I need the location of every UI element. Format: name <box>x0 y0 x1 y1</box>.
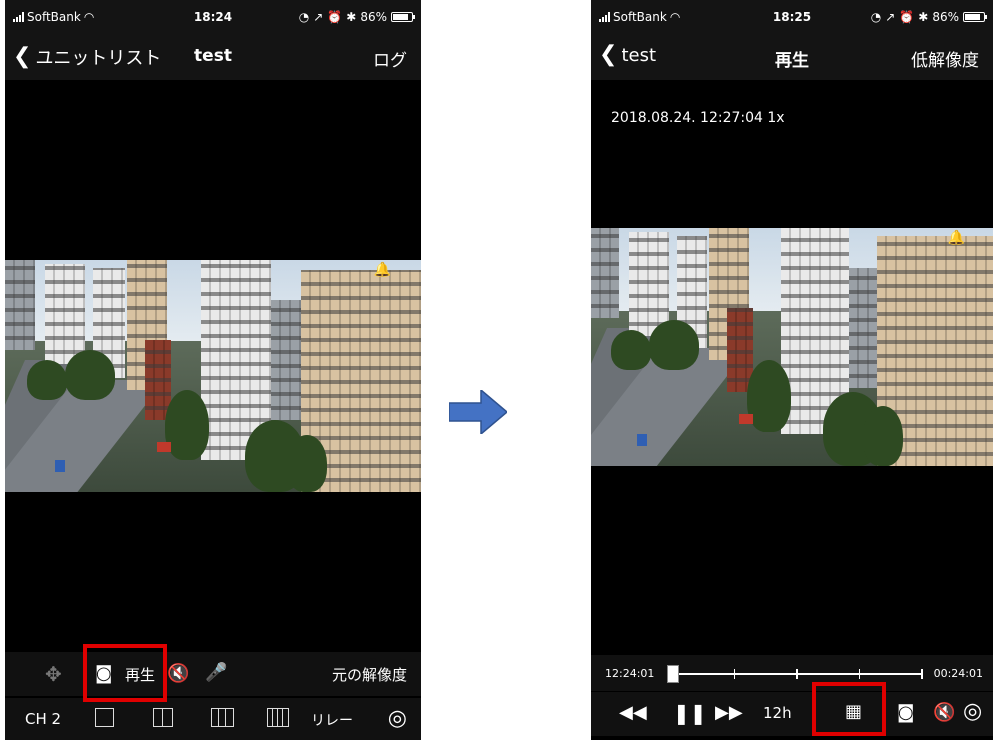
live-video[interactable]: 🔔 <box>5 260 421 492</box>
chevron-left-icon: ❮ <box>599 42 618 67</box>
navigation-bar: ❮ test 再生 低解像度 <box>591 36 993 80</box>
back-button[interactable]: ❮ test <box>599 44 656 66</box>
timeline-handle[interactable] <box>667 665 679 683</box>
highlight-box-play <box>83 644 167 702</box>
rotate-icon[interactable]: ◎ <box>388 706 407 731</box>
playback-video[interactable]: 🔔 <box>591 228 993 466</box>
ptz-icon[interactable]: ✥ <box>45 662 62 686</box>
four-split-view-icon[interactable] <box>267 708 289 727</box>
chevron-left-icon: ❮ <box>13 44 32 69</box>
control-row-1: ✥ ◙ 再生 🔇 🎤 元の解像度 <box>5 652 421 696</box>
playback-timestamp: 2018.08.24. 12:27:04 1x <box>611 110 785 126</box>
two-split-view-icon[interactable] <box>153 708 173 727</box>
timeline-start-time: 12:24:01 <box>605 667 655 680</box>
location-icon: ↗ <box>313 10 324 24</box>
highlight-box-calendar <box>812 682 886 736</box>
back-label: test <box>621 44 657 66</box>
fast-forward-icon[interactable]: ▶▶ <box>715 702 743 723</box>
timeline-tick <box>733 669 735 679</box>
navigation-bar: ❮ ユニットリスト test ログ <box>5 36 421 80</box>
location-icon: ↗ <box>885 10 896 24</box>
lock-rotation-icon: ◔ <box>870 10 882 24</box>
back-button[interactable]: ❮ ユニットリスト <box>13 44 161 70</box>
rotate-icon[interactable]: ◎ <box>963 699 982 724</box>
status-bar: SoftBank ◠ 18:25 ◔ ↗ ⏰ ✱ 86% <box>591 0 993 36</box>
status-right: ◔ ↗ ⏰ ✱ 86% <box>298 10 415 24</box>
alarm-icon: ⏰ <box>899 10 915 24</box>
battery-icon <box>963 12 987 22</box>
back-label: ユニットリスト <box>35 48 162 69</box>
transition-arrow-icon <box>449 390 507 434</box>
speaker-mute-icon[interactable]: 🔇 <box>167 663 189 684</box>
alarm-bell-icon: 🔔 <box>373 262 391 278</box>
original-resolution-button[interactable]: 元の解像度 <box>332 664 407 685</box>
battery-label: 86% <box>360 10 387 24</box>
timeline-track[interactable] <box>667 665 923 683</box>
battery-icon <box>391 12 415 22</box>
timeline-tick <box>858 669 860 679</box>
left-phone-screen: SoftBank ◠ 18:24 ◔ ↗ ⏰ ✱ 86% ❮ ユニットリスト t… <box>5 0 421 740</box>
status-bar: SoftBank ◠ 18:24 ◔ ↗ ⏰ ✱ 86% <box>5 0 421 36</box>
rewind-icon[interactable]: ◀◀ <box>619 702 647 723</box>
log-button[interactable]: ログ <box>373 46 407 71</box>
timeline-tick <box>921 669 923 679</box>
speed-button[interactable]: 12h <box>763 704 792 722</box>
mic-mute-icon[interactable]: 🎤 <box>205 662 227 683</box>
alarm-bell-icon: 🔔 <box>947 230 965 246</box>
lock-rotation-icon: ◔ <box>298 10 310 24</box>
playback-controls: ◀◀ ❚❚ ▶▶ 12h ▦ ◙ 🔇 ◎ <box>591 692 993 736</box>
bluetooth-icon: ✱ <box>918 10 929 24</box>
playback-timeline: 12:24:01 00:24:01 <box>591 655 993 691</box>
timeline-tick <box>796 669 798 679</box>
pause-icon[interactable]: ❚❚ <box>673 701 707 725</box>
camera-icon[interactable]: ◙ <box>897 702 914 723</box>
right-phone-screen: SoftBank ◠ 18:25 ◔ ↗ ⏰ ✱ 86% ❮ test 再生 低… <box>591 0 993 740</box>
battery-label: 86% <box>932 10 959 24</box>
control-row-2: CH 2 リレー ◎ <box>5 698 421 740</box>
speaker-mute-icon[interactable]: 🔇 <box>933 702 955 723</box>
low-resolution-button[interactable]: 低解像度 <box>911 46 979 71</box>
timeline-end-time: 00:24:01 <box>933 667 983 680</box>
single-view-icon[interactable] <box>95 708 114 727</box>
alarm-icon: ⏰ <box>327 10 343 24</box>
relay-button[interactable]: リレー <box>311 710 353 730</box>
channel-label[interactable]: CH 2 <box>25 710 61 728</box>
three-split-view-icon[interactable] <box>211 708 234 727</box>
bluetooth-icon: ✱ <box>346 10 357 24</box>
status-right: ◔ ↗ ⏰ ✱ 86% <box>870 10 987 24</box>
